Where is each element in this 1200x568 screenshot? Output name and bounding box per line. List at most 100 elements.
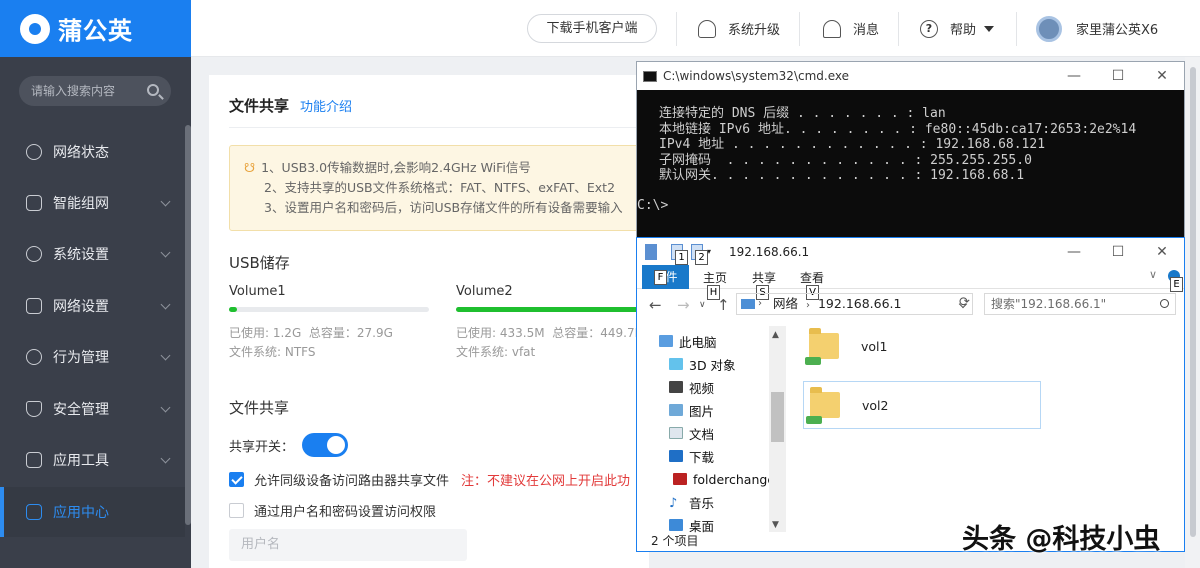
- keytip: 1: [675, 250, 688, 265]
- tree-scrollbar-thumb[interactable]: [771, 392, 784, 442]
- address-segment[interactable]: 192.168.66.1: [818, 296, 902, 311]
- sidebar-item-label: 网络状态: [53, 145, 109, 161]
- refresh-icon[interactable]: ⟳: [959, 295, 970, 310]
- minimize-button[interactable]: —: [1051, 62, 1097, 90]
- folder-icon: [645, 243, 657, 260]
- folder-label: vol1: [861, 338, 888, 354]
- tree-item-videos[interactable]: 视频: [669, 376, 714, 398]
- sidebar-item-behavior-management[interactable]: 行为管理: [0, 332, 185, 382]
- tree-scrollbar[interactable]: ▲ ▼: [769, 326, 786, 532]
- page-scrollbar-thumb[interactable]: [1190, 67, 1196, 537]
- tree-item-pictures[interactable]: 图片: [669, 399, 714, 421]
- sidebar-item-network-status[interactable]: 网络状态: [0, 127, 185, 177]
- chevron-down-icon: [160, 350, 171, 361]
- chevron-down-icon[interactable]: ∨: [1149, 268, 1157, 281]
- tree-item-folderchanges[interactable]: folderchanges: [673, 468, 782, 490]
- address-row: ← → ∨ ↑ › 网络 › 192.168.66.1 ⟳ 搜索"192.168…: [637, 290, 1184, 320]
- sidebar-item-label: 安全管理: [53, 402, 109, 418]
- scroll-down-icon[interactable]: ▼: [772, 520, 779, 530]
- minimize-button[interactable]: —: [1051, 238, 1097, 266]
- help-menu[interactable]: ? 帮助: [920, 0, 995, 57]
- allow-lan-checkbox[interactable]: [229, 472, 244, 487]
- system-upgrade-label: 系统升级: [728, 23, 781, 38]
- console-icon: [643, 70, 657, 82]
- tab-view[interactable]: 查看: [800, 269, 824, 286]
- sidebar-item-network-settings[interactable]: 网络设置: [0, 281, 185, 331]
- scroll-up-icon[interactable]: ▲: [772, 330, 779, 340]
- help-label: 帮助: [950, 23, 977, 38]
- tree-item-3d-objects[interactable]: 3D 对象: [669, 353, 736, 375]
- shared-folder-icon: [806, 387, 840, 424]
- page-scrollbar[interactable]: [1185, 57, 1200, 568]
- folder-item-vol2[interactable]: vol2: [803, 381, 1041, 429]
- tree-label: 3D 对象: [689, 357, 736, 373]
- forward-arrow-icon[interactable]: →: [677, 296, 690, 314]
- shared-folder-icon: [805, 328, 839, 365]
- auth-checkbox[interactable]: [229, 503, 244, 518]
- tree-label: 图片: [689, 403, 715, 419]
- download-app-button[interactable]: 下载手机客户端: [527, 14, 657, 43]
- keytip: 2: [695, 250, 708, 265]
- usage-bar-fill: [456, 307, 648, 312]
- tree-item-this-pc[interactable]: 此电脑: [659, 330, 717, 352]
- search-icon[interactable]: [147, 84, 159, 96]
- usb-storage-title: USB储存: [229, 254, 290, 272]
- close-button[interactable]: ✕: [1139, 238, 1184, 266]
- intro-link[interactable]: 功能介绍: [300, 96, 352, 115]
- chevron-right-icon: ›: [758, 298, 762, 309]
- logo-bar[interactable]: 蒲公英: [0, 0, 191, 57]
- folder-item-vol1[interactable]: vol1: [803, 322, 1041, 370]
- messages-button[interactable]: 消息: [823, 0, 879, 57]
- back-arrow-icon[interactable]: ←: [649, 296, 662, 314]
- volume-used: 已使用: 433.5M: [456, 326, 545, 340]
- cmd-line: 默认网关. . . . . . . . . . . . . : 192.168.…: [659, 168, 1025, 183]
- close-button[interactable]: ✕: [1139, 62, 1184, 90]
- bell-icon: [823, 19, 841, 38]
- allow-lan-row: 允许同级设备访问路由器共享文件 注：不建议在公网上开启此功: [229, 470, 630, 489]
- archive-icon: [673, 473, 687, 485]
- tab-share[interactable]: 共享: [752, 269, 776, 286]
- address-bar[interactable]: › 网络 › 192.168.66.1: [736, 293, 973, 315]
- lightbulb-icon: ☋: [244, 160, 256, 175]
- address-segment[interactable]: 网络: [773, 296, 798, 311]
- sidebar-item-label: 智能组网: [53, 196, 109, 212]
- cmd-prompt[interactable]: C:\>: [637, 198, 668, 213]
- sidebar-item-app-center[interactable]: 应用中心: [0, 487, 185, 537]
- explorer-titlebar[interactable]: ▾ 192.168.66.1 — ☐ ✕: [637, 238, 1184, 265]
- explorer-title: 192.168.66.1: [729, 244, 810, 259]
- volume-fs: 文件系统: NTFS: [229, 345, 316, 359]
- cmd-titlebar[interactable]: C:\windows\system32\cmd.exe — ☐ ✕: [637, 62, 1184, 90]
- notice-line: 2、支持共享的USB文件系统格式：FAT、NTFS、exFAT、Ext2: [264, 180, 616, 195]
- computer-icon: [659, 335, 673, 347]
- tree-item-music[interactable]: ♪ 音乐: [669, 491, 714, 513]
- watermark: 头条 @科技小虫: [962, 524, 1161, 555]
- sidebar-item-system-settings[interactable]: 系统设置: [0, 229, 185, 279]
- maximize-button[interactable]: ☐: [1095, 62, 1141, 90]
- sidebar-scrollbar[interactable]: [185, 125, 191, 525]
- sidebar-item-app-tools[interactable]: 应用工具: [0, 435, 185, 485]
- sidebar-item-security[interactable]: 安全管理: [0, 384, 185, 434]
- recent-dropdown-icon[interactable]: ∨: [699, 300, 706, 310]
- search-input[interactable]: 搜索"192.168.66.1": [984, 293, 1176, 315]
- document-icon: [669, 427, 683, 439]
- topbar: 下载手机客户端 系统升级 消息 ? 帮助 家里蒲公英X6: [191, 0, 1200, 57]
- navigation-tree: 此电脑 3D 对象 视频 图片 文档 下载 folderchanges ♪ 音乐 …: [637, 326, 787, 534]
- maximize-button[interactable]: ☐: [1095, 238, 1141, 266]
- sidebar-search-input[interactable]: 请输入搜索内容: [19, 76, 171, 106]
- cmd-line: 连接特定的 DNS 后缀 . . . . . . . : lan: [659, 106, 946, 121]
- share-toggle[interactable]: [302, 433, 349, 457]
- sidebar-item-smart-network[interactable]: 智能组网: [0, 178, 185, 228]
- explorer-window: ▾ 192.168.66.1 — ☐ ✕ 1 2 文件 主页 共享 查看 F H…: [636, 237, 1185, 552]
- notice-box: ☋ 1、USB3.0传输数据时,会影响2.4GHz WiFi信号 2、支持共享的U…: [229, 145, 649, 231]
- tab-home[interactable]: 主页: [703, 269, 727, 286]
- shield-icon: [26, 401, 42, 417]
- sidebar-item-label: 应用工具: [53, 453, 109, 469]
- up-arrow-icon[interactable]: ↑: [717, 296, 730, 314]
- tree-item-documents[interactable]: 文档: [669, 422, 714, 444]
- system-upgrade-button[interactable]: 系统升级: [698, 0, 780, 57]
- tree-item-downloads[interactable]: 下载: [669, 445, 714, 467]
- device-menu[interactable]: 家里蒲公英X6: [1036, 0, 1158, 57]
- username-input[interactable]: 用户名: [229, 529, 467, 561]
- divider: [1016, 12, 1017, 46]
- cmd-line: 子网掩码 . . . . . . . . . . . . : 255.255.2…: [659, 152, 1032, 168]
